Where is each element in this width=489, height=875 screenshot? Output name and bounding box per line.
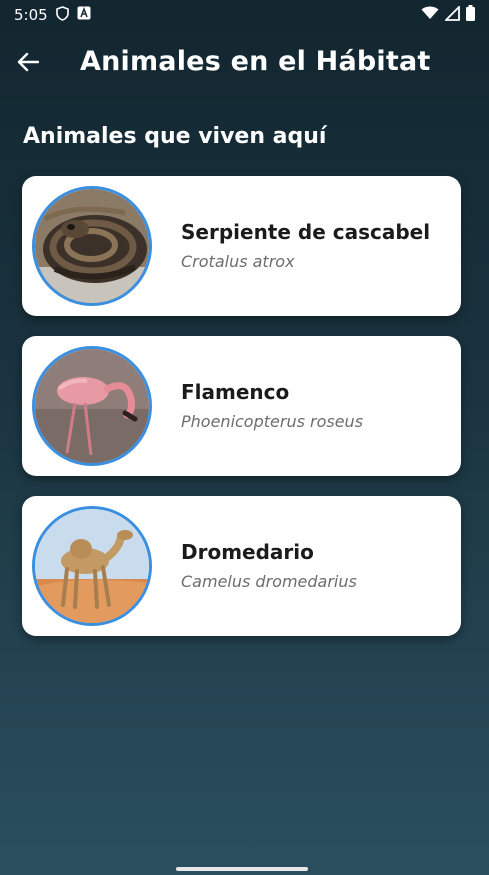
animal-avatar	[32, 346, 152, 466]
shield-icon	[55, 5, 69, 25]
flamingo-photo	[35, 349, 149, 463]
status-time: 5:05	[14, 6, 48, 24]
animal-name: Serpiente de cascabel	[181, 220, 431, 244]
font-badge-icon	[77, 6, 91, 24]
back-button[interactable]	[12, 46, 44, 82]
animal-avatar	[32, 506, 152, 626]
dromedary-photo	[35, 509, 149, 623]
section-title: Animales que viven aquí	[23, 124, 327, 149]
animal-scientific-name: Camelus dromedarius	[181, 572, 357, 591]
page-title: Animales en el Hábitat	[80, 46, 431, 77]
arrow-left-icon	[17, 52, 40, 76]
battery-icon	[466, 5, 475, 25]
status-right	[421, 4, 475, 25]
animal-avatar	[32, 186, 152, 306]
animal-card-rattlesnake[interactable]: Serpiente de cascabel Crotalus atrox	[22, 176, 461, 316]
animal-card-dromedary[interactable]: Dromedario Camelus dromedarius	[22, 496, 461, 636]
status-left: 5:05	[14, 5, 91, 25]
animal-name: Dromedario	[181, 540, 314, 564]
rattlesnake-photo	[35, 189, 149, 303]
animal-name: Flamenco	[181, 380, 290, 404]
animal-scientific-name: Crotalus atrox	[181, 252, 295, 271]
home-indicator[interactable]	[176, 867, 308, 871]
animal-scientific-name: Phoenicopterus roseus	[181, 412, 364, 431]
app-bar: Animales en el Hábitat	[0, 38, 489, 90]
wifi-icon	[421, 6, 439, 24]
status-bar: 5:05	[0, 0, 489, 30]
animal-card-flamingo[interactable]: Flamenco Phoenicopterus roseus	[22, 336, 461, 476]
signal-icon	[443, 4, 460, 25]
